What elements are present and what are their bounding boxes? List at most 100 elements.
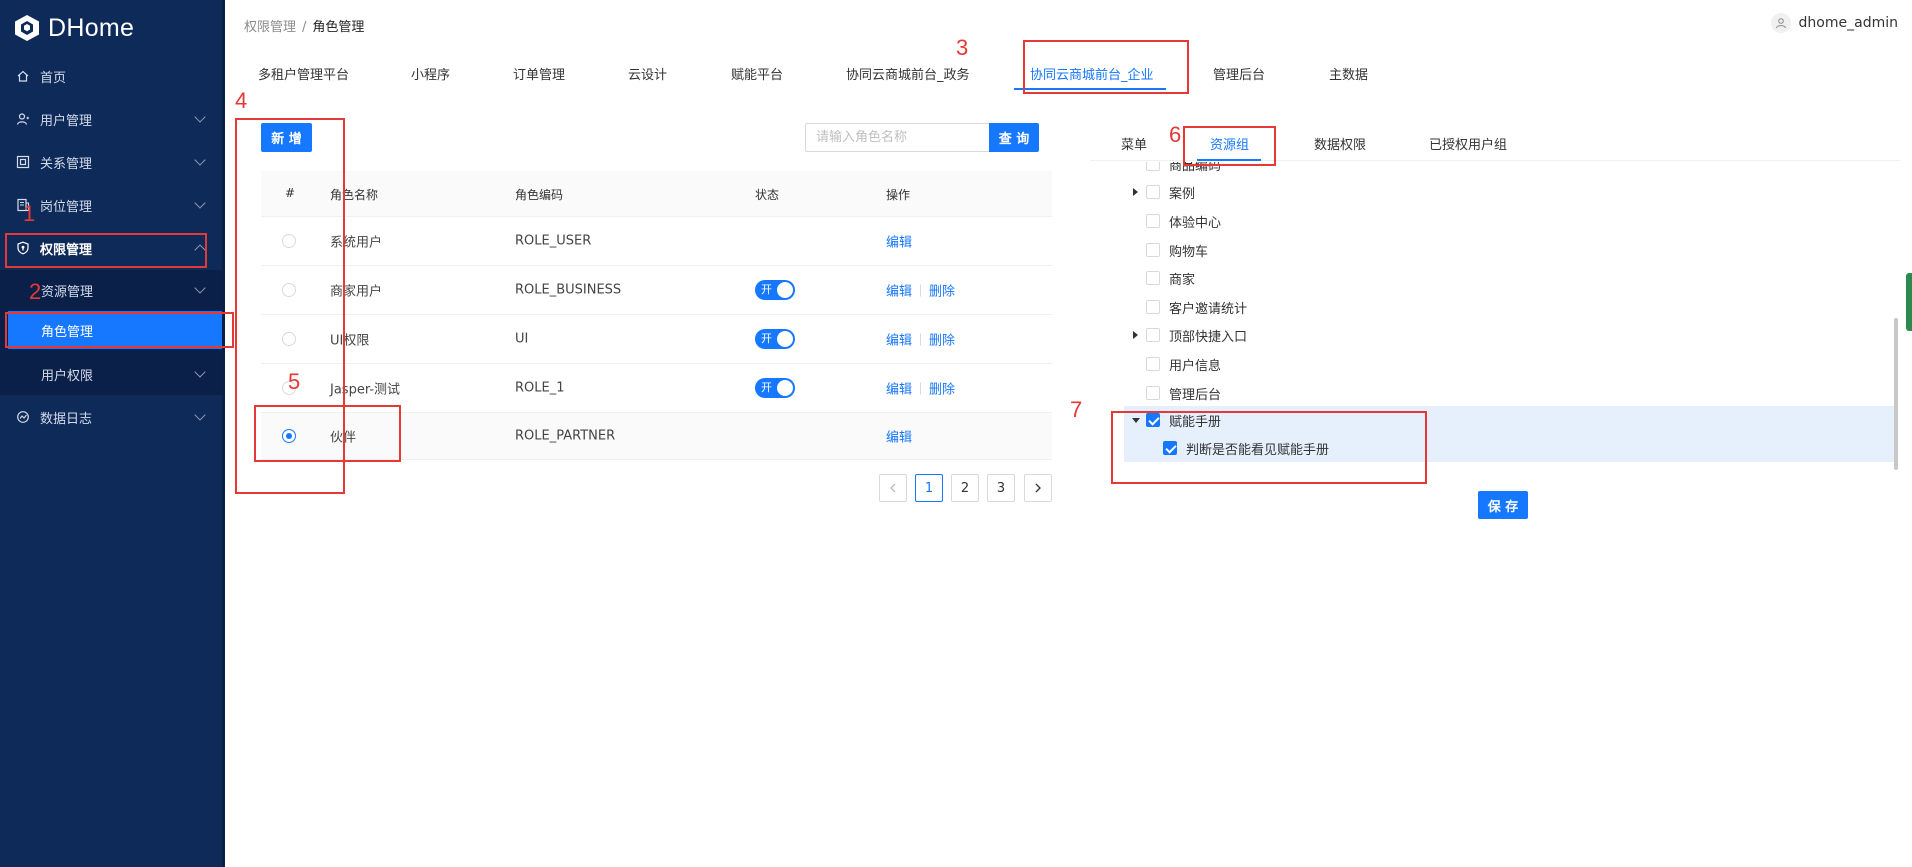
tree-checkbox[interactable] bbox=[1146, 243, 1160, 257]
chevron-down-icon bbox=[194, 409, 206, 421]
table-row[interactable]: 系统用户 ROLE_USER 编辑 bbox=[261, 217, 1052, 266]
breadcrumb: 权限管理 / 角色管理 bbox=[244, 16, 364, 35]
page-3-button[interactable]: 3 bbox=[987, 474, 1015, 502]
tab-menu[interactable]: 菜单 bbox=[1121, 134, 1147, 153]
user-menu[interactable]: dhome_admin bbox=[1770, 13, 1898, 33]
tree-node-label: 体验中心 bbox=[1169, 215, 1222, 231]
sidebar-item-relation-management[interactable]: 关系管理 bbox=[0, 142, 222, 182]
user-icon bbox=[16, 112, 30, 126]
role-code: UI bbox=[515, 331, 529, 347]
tab-master-data[interactable]: 主数据 bbox=[1329, 64, 1368, 83]
edit-link[interactable]: 编辑 bbox=[886, 236, 912, 251]
sidebar-item-data-log[interactable]: 数据日志 bbox=[0, 397, 222, 437]
tab-authorized-user-groups[interactable]: 已授权用户组 bbox=[1429, 134, 1507, 153]
tab-mall-government[interactable]: 协同云商城前台_政务 bbox=[846, 64, 970, 83]
sidebar-item-user-permission[interactable]: 用户权限 bbox=[0, 354, 222, 394]
action-divider bbox=[920, 333, 922, 346]
sidebar: DHome 首页 用户管理 关系管理 岗位管理 权限管理 资源管理 角色管理 用… bbox=[0, 0, 225, 867]
role-name-search-input[interactable] bbox=[805, 123, 989, 152]
tree-checkbox[interactable] bbox=[1146, 214, 1160, 228]
edit-link[interactable]: 编辑 bbox=[886, 383, 912, 398]
sidebar-item-label: 首页 bbox=[40, 70, 67, 86]
status-switch[interactable]: 开 bbox=[755, 280, 795, 300]
table-row[interactable]: 商家用户 ROLE_BUSINESS 开 编辑 删除 bbox=[261, 266, 1052, 315]
role-code: ROLE_BUSINESS bbox=[515, 282, 622, 298]
save-button[interactable]: 保 存 bbox=[1478, 491, 1528, 519]
annotation-label-5: 5 bbox=[288, 369, 301, 394]
tree-node-label: 案例 bbox=[1169, 186, 1196, 202]
chevron-down-icon bbox=[194, 197, 206, 209]
tree-checkbox[interactable] bbox=[1146, 271, 1160, 285]
annotation-label-2: 2 bbox=[29, 279, 42, 304]
table-header: # 角色名称 角色编码 状态 操作 bbox=[261, 171, 1052, 217]
tab-order-management[interactable]: 订单管理 bbox=[513, 64, 565, 83]
annotation-box-1 bbox=[5, 233, 207, 268]
breadcrumb-item-role: 角色管理 bbox=[312, 20, 365, 35]
caret-right-icon[interactable] bbox=[1133, 331, 1138, 339]
chevron-right-icon bbox=[1035, 483, 1041, 493]
tree-node[interactable]: 用户信息 bbox=[1124, 350, 1894, 378]
page-2-button[interactable]: 2 bbox=[951, 474, 979, 502]
tree-node-label: 商家 bbox=[1169, 272, 1196, 288]
app-logo[interactable]: DHome bbox=[12, 12, 134, 44]
tree-node[interactable]: 管理后台 bbox=[1124, 379, 1894, 407]
tree-node[interactable]: 商家 bbox=[1124, 264, 1894, 292]
tree-checkbox[interactable] bbox=[1146, 328, 1160, 342]
tree-checkbox[interactable] bbox=[1146, 162, 1160, 171]
page-1-button[interactable]: 1 bbox=[915, 474, 943, 502]
tab-mini-program[interactable]: 小程序 bbox=[411, 64, 450, 83]
tab-empower-platform[interactable]: 赋能平台 bbox=[731, 64, 783, 83]
delete-link[interactable]: 删除 bbox=[929, 334, 955, 349]
sidebar-item-home[interactable]: 首页 bbox=[0, 56, 222, 96]
sidebar-item-label: 资源管理 bbox=[41, 284, 94, 300]
tree-node[interactable]: 顶部快捷入口 bbox=[1124, 321, 1894, 349]
tree-checkbox[interactable] bbox=[1146, 185, 1160, 199]
chevron-down-icon bbox=[194, 282, 206, 294]
next-page-button[interactable] bbox=[1024, 474, 1052, 502]
status-switch[interactable]: 开 bbox=[755, 329, 795, 349]
tree-node[interactable]: 体验中心 bbox=[1124, 207, 1894, 235]
table-row[interactable]: UI权限 UI 开 编辑 删除 bbox=[261, 315, 1052, 364]
tab-admin-backend[interactable]: 管理后台 bbox=[1213, 64, 1265, 83]
sidebar-item-label: 用户权限 bbox=[41, 368, 94, 384]
username: dhome_admin bbox=[1798, 15, 1898, 31]
edit-link[interactable]: 编辑 bbox=[886, 334, 912, 349]
sidebar-item-user-management[interactable]: 用户管理 bbox=[0, 99, 222, 139]
logo-text: DHome bbox=[48, 13, 135, 42]
sidebar-item-label: 用户管理 bbox=[40, 113, 93, 129]
delete-link[interactable]: 删除 bbox=[929, 285, 955, 300]
row-actions: 编辑 删除 bbox=[886, 330, 955, 349]
tree-node-label: 客户邀请统计 bbox=[1169, 301, 1248, 317]
tree-node-label: 管理后台 bbox=[1169, 387, 1222, 403]
prev-page-button[interactable] bbox=[879, 474, 907, 502]
chevron-down-icon bbox=[194, 366, 206, 378]
chevron-down-icon bbox=[194, 111, 206, 123]
tree-checkbox[interactable] bbox=[1146, 300, 1160, 314]
breadcrumb-item-permission[interactable]: 权限管理 bbox=[244, 20, 296, 35]
tab-data-permission[interactable]: 数据权限 bbox=[1314, 134, 1366, 153]
delete-link[interactable]: 删除 bbox=[929, 383, 955, 398]
annotation-box-5 bbox=[254, 405, 401, 462]
tree-node[interactable]: 客户邀请统计 bbox=[1124, 293, 1894, 321]
tree-checkbox[interactable] bbox=[1146, 357, 1160, 371]
status-switch[interactable]: 开 bbox=[755, 378, 795, 398]
action-divider bbox=[920, 382, 922, 395]
edit-link[interactable]: 编辑 bbox=[886, 285, 912, 300]
tree-node[interactable]: 案例 bbox=[1124, 178, 1894, 206]
home-icon bbox=[16, 69, 30, 83]
tab-cloud-design[interactable]: 云设计 bbox=[628, 64, 667, 83]
role-code: ROLE_1 bbox=[515, 380, 565, 396]
edit-link[interactable]: 编辑 bbox=[886, 431, 912, 446]
switch-knob bbox=[777, 380, 793, 396]
caret-right-icon[interactable] bbox=[1133, 188, 1138, 196]
tree-node[interactable]: 购物车 bbox=[1124, 236, 1894, 264]
tree-scrollbar[interactable] bbox=[1894, 318, 1898, 470]
row-actions: 编辑 bbox=[886, 232, 912, 251]
tree-node-label: 顶部快捷入口 bbox=[1169, 329, 1248, 345]
chevron-left-icon bbox=[890, 483, 896, 493]
tab-multi-tenant[interactable]: 多租户管理平台 bbox=[258, 64, 349, 83]
tree-checkbox[interactable] bbox=[1146, 386, 1160, 400]
search-button[interactable]: 查 询 bbox=[989, 123, 1039, 152]
annotation-label-7: 7 bbox=[1070, 397, 1083, 422]
edge-widget[interactable] bbox=[1906, 273, 1912, 331]
